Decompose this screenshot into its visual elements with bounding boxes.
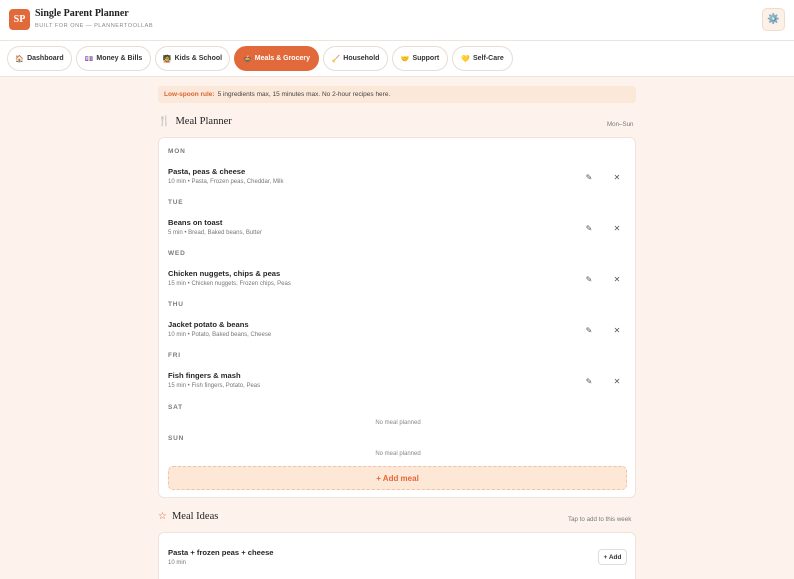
broom-icon: 🧹 — [331, 55, 341, 63]
meal-ideas-hint: Tap to add to this week — [568, 516, 632, 523]
app-subtitle: BUILT FOR ONE — PLANNERTOOLLAB — [35, 23, 154, 29]
house-icon: 🏠 — [15, 55, 25, 63]
meal-name: Jacket potato & beans — [168, 320, 249, 329]
teacher-icon: 🧑‍🏫 — [162, 55, 172, 63]
meal-meta: 10 min • Potato, Baked beans, Cheese — [168, 332, 272, 338]
idea-meta: 10 min — [168, 560, 187, 566]
handshake-icon: 🤝 — [400, 55, 410, 63]
meal-meta: 15 min • Fish fingers, Potato, Peas — [168, 383, 261, 389]
tab-self-care[interactable]: 💛 Self-Care — [452, 46, 513, 71]
tab-meals-grocery[interactable]: 🍲 Meals & Grocery — [234, 46, 319, 71]
notice-text: 5 ingredients max, 15 minutes max. No 2-… — [217, 91, 391, 98]
tab-household[interactable]: 🧹 Household — [323, 46, 388, 71]
close-icon[interactable]: ✕ — [611, 375, 623, 387]
tab-kids-school[interactable]: 🧑‍🏫 Kids & School — [155, 46, 230, 71]
tab-support[interactable]: 🤝 Support — [392, 46, 448, 71]
app-title: Single Parent Planner — [35, 8, 129, 19]
edit-icon[interactable]: ✎ — [583, 324, 595, 336]
tab-label: Household — [343, 55, 380, 62]
add-idea-button[interactable]: + Add — [598, 549, 627, 565]
day-label-tue: TUE — [168, 199, 184, 206]
tab-label: Meals & Grocery — [254, 55, 310, 62]
heart-icon: 💛 — [461, 55, 470, 63]
tab-label: Dashboard — [27, 55, 64, 62]
meal-name: Beans on toast — [168, 218, 223, 227]
notice-highlight: Low-spoon rule: — [164, 91, 215, 98]
day-label-thu: THU — [168, 301, 184, 308]
edit-icon[interactable]: ✎ — [583, 375, 595, 387]
settings-button[interactable]: ⚙️ — [762, 8, 785, 31]
tab-label: Self-Care — [472, 55, 504, 62]
section-title-text: Meal Ideas — [171, 511, 219, 522]
meal-ideas-title: ☆ Meal Ideas — [158, 511, 218, 522]
tab-label: Money & Bills — [96, 55, 143, 62]
close-icon[interactable]: ✕ — [611, 324, 623, 336]
meal-planner-card: MON Pasta, peas & cheese 10 min • Pasta,… — [158, 137, 636, 498]
day-label-sat: SAT — [168, 404, 183, 411]
empty-meal-text: No meal planned — [375, 420, 421, 426]
meal-name: Pasta, peas & cheese — [168, 167, 246, 176]
add-meal-button[interactable]: + Add meal — [168, 466, 627, 490]
close-icon[interactable]: ✕ — [611, 273, 623, 285]
day-label-sun: SUN — [168, 435, 185, 442]
meal-planner-title: 🍴 Meal Planner — [158, 116, 232, 127]
meal-ideas-card: Pasta + frozen peas + cheese 10 min + Ad… — [158, 532, 636, 579]
day-label-wed: WED — [168, 250, 186, 257]
day-label-mon: MON — [168, 148, 186, 155]
section-title-text: Meal Planner — [175, 116, 232, 127]
close-icon[interactable]: ✕ — [611, 222, 623, 234]
pot-icon: 🍲 — [243, 55, 252, 63]
tab-dashboard[interactable]: 🏠 Dashboard — [7, 46, 72, 71]
edit-icon[interactable]: ✎ — [583, 222, 595, 234]
meal-name: Chicken nuggets, chips & peas — [168, 269, 281, 278]
tab-label: Support — [412, 55, 440, 62]
gear-icon: ⚙️ — [767, 14, 780, 25]
day-label-fri: FRI — [168, 352, 181, 359]
meal-name: Fish fingers & mash — [168, 371, 241, 380]
money-icon: 💷 — [84, 55, 94, 63]
meal-meta: 15 min • Chicken nuggets, Frozen chips, … — [168, 281, 291, 287]
star-icon: ☆ — [158, 511, 167, 522]
tab-money-bills[interactable]: 💷 Money & Bills — [76, 46, 151, 71]
fork-knife-icon: 🍴 — [158, 116, 171, 127]
app-header: SP Single Parent Planner BUILT FOR ONE —… — [0, 0, 794, 41]
tab-label: Kids & School — [174, 55, 223, 62]
edit-icon[interactable]: ✎ — [583, 273, 595, 285]
edit-icon[interactable]: ✎ — [583, 171, 595, 183]
idea-name: Pasta + frozen peas + cheese — [168, 548, 274, 557]
close-icon[interactable]: ✕ — [611, 171, 623, 183]
main-nav: 🏠 Dashboard 💷 Money & Bills 🧑‍🏫 Kids & S… — [0, 41, 794, 77]
low-spoon-notice: Low-spoon rule: 5 ingredients max, 15 mi… — [158, 86, 636, 103]
meal-meta: 5 min • Bread, Baked beans, Butter — [168, 230, 262, 236]
meal-meta: 10 min • Pasta, Frozen peas, Cheddar, Mi… — [168, 179, 284, 185]
week-range: Mon–Sun — [607, 121, 634, 128]
app-logo: SP — [9, 9, 30, 30]
empty-meal-text: No meal planned — [375, 451, 421, 457]
